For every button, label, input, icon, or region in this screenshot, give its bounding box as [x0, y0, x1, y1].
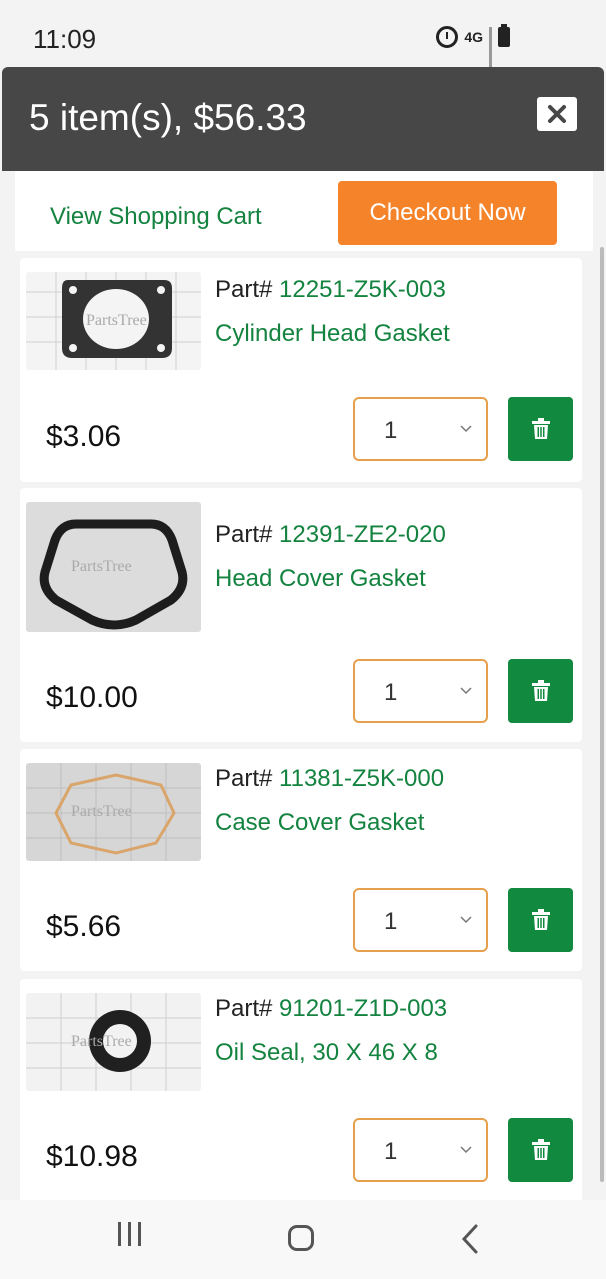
quantity-value: 1	[384, 908, 398, 935]
back-icon[interactable]	[460, 1224, 480, 1259]
alarm-icon	[436, 26, 459, 48]
part-name-link[interactable]: Head Cover Gasket	[215, 565, 426, 593]
cart-header: 5 item(s), $56.33	[2, 67, 604, 171]
part-number-line: Part# 12251-Z5K-003	[215, 276, 446, 304]
part-name-link[interactable]: Case Cover Gasket	[215, 809, 424, 837]
thumbnail-watermark: PartsTree	[86, 312, 147, 329]
thumbnail-watermark: PartsTree	[71, 1033, 132, 1050]
quantity-select[interactable]: 1	[353, 1118, 488, 1182]
battery-icon	[498, 24, 510, 47]
cart-summary-title: 5 item(s), $56.33	[29, 97, 307, 138]
close-icon	[548, 105, 566, 123]
part-number-line: Part# 91201-Z1D-003	[215, 995, 447, 1023]
delete-item-button[interactable]	[508, 1118, 573, 1182]
chevron-down-icon	[460, 425, 472, 433]
part-label: Part#	[215, 765, 273, 792]
trash-icon	[531, 1139, 550, 1160]
cart-item: PartsTree Part# 11381-Z5K-000 Case Cover…	[20, 749, 582, 971]
cart-actions: View Shopping Cart Checkout Now	[15, 171, 593, 251]
thumbnail-watermark: PartsTree	[71, 803, 132, 820]
quantity-value: 1	[384, 1138, 398, 1165]
item-price: $3.06	[46, 420, 122, 453]
part-number-link[interactable]: 12391-ZE2-020	[279, 521, 446, 548]
quantity-value: 1	[384, 417, 398, 444]
part-label: Part#	[215, 276, 273, 303]
item-price: $10.00	[46, 681, 138, 714]
delete-item-button[interactable]	[508, 397, 573, 461]
part-number-link[interactable]: 91201-Z1D-003	[279, 995, 447, 1022]
part-thumbnail: PartsTree	[26, 763, 201, 861]
signal-icon	[489, 27, 492, 75]
thumbnail-watermark: PartsTree	[71, 558, 132, 575]
view-shopping-cart-link[interactable]: View Shopping Cart	[50, 203, 262, 231]
cart-item: PartsTree Part# 91201-Z1D-003 Oil Seal, …	[20, 979, 582, 1209]
part-number-link[interactable]: 12251-Z5K-003	[279, 276, 446, 303]
part-label: Part#	[215, 521, 273, 548]
status-bar: 11:09 4G	[0, 0, 606, 75]
delete-item-button[interactable]	[508, 888, 573, 952]
quantity-value: 1	[384, 679, 398, 706]
part-name-link[interactable]: Cylinder Head Gasket	[215, 320, 450, 348]
chevron-down-icon	[460, 687, 472, 695]
part-label: Part#	[215, 995, 273, 1022]
cart-item: PartsTree Part# 12251-Z5K-003 Cylinder H…	[20, 258, 582, 482]
part-thumbnail: PartsTree	[26, 993, 201, 1091]
quantity-select[interactable]: 1	[353, 888, 488, 952]
trash-icon	[531, 418, 550, 439]
item-price: $5.66	[46, 910, 122, 943]
part-number-link[interactable]: 11381-Z5K-000	[279, 765, 444, 792]
delete-item-button[interactable]	[508, 659, 573, 723]
part-thumbnail: PartsTree	[26, 502, 201, 632]
part-name-link[interactable]: Oil Seal, 30 X 46 X 8	[215, 1039, 438, 1067]
close-button[interactable]	[537, 97, 577, 131]
scrollbar[interactable]	[600, 247, 604, 1182]
part-number-line: Part# 11381-Z5K-000	[215, 765, 444, 793]
chevron-down-icon	[460, 916, 472, 924]
part-number-line: Part# 12391-ZE2-020	[215, 521, 446, 549]
cart-item: PartsTree Part# 12391-ZE2-020 Head Cover…	[20, 488, 582, 742]
system-nav-bar	[0, 1200, 606, 1279]
quantity-select[interactable]: 1	[353, 397, 488, 461]
chevron-down-icon	[460, 1146, 472, 1154]
home-icon[interactable]	[288, 1225, 314, 1251]
checkout-now-button[interactable]: Checkout Now	[338, 181, 557, 245]
quantity-select[interactable]: 1	[353, 659, 488, 723]
network-4g-icon: 4G	[464, 29, 483, 45]
trash-icon	[531, 909, 550, 930]
status-time: 11:09	[33, 24, 97, 54]
trash-icon	[531, 680, 550, 701]
status-icons: 4G	[436, 24, 510, 75]
recents-icon[interactable]	[118, 1222, 141, 1246]
item-price: $10.98	[46, 1140, 138, 1173]
part-thumbnail: PartsTree	[26, 272, 201, 370]
